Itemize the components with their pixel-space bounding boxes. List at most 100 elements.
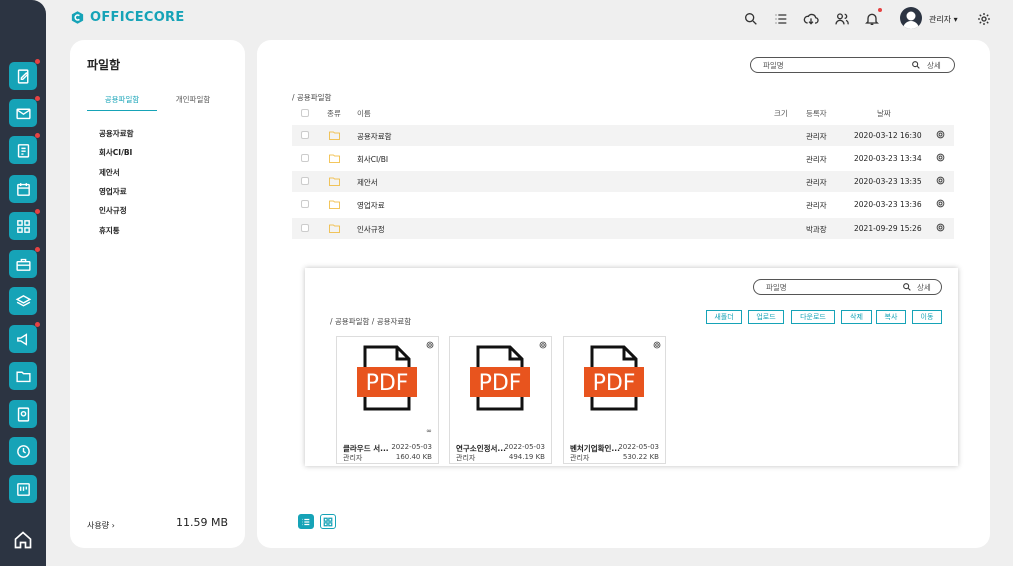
folder-link-ci-bi[interactable]: 회사CI/BI (99, 147, 132, 158)
col-size[interactable]: 크기 (774, 108, 788, 119)
row-owner: 박과장 (806, 225, 827, 234)
search-detail-link[interactable]: 상세 (927, 60, 941, 71)
megaphone-icon[interactable] (9, 322, 40, 353)
table-row[interactable]: 영업자료 관리자 2020-03-23 13:36 (292, 194, 954, 215)
copy-button[interactable]: 복사 (876, 310, 906, 324)
delete-button[interactable]: 삭제 (841, 310, 872, 324)
row-name[interactable]: 영업자료 (357, 200, 385, 211)
phone-book-icon[interactable] (9, 400, 37, 428)
card-settings-icon[interactable] (426, 341, 434, 349)
row-settings-icon[interactable] (936, 223, 945, 232)
folder-link-proposals[interactable]: 제안서 (99, 167, 120, 178)
folder-icon (329, 224, 340, 233)
row-date: 2020-03-23 13:36 (854, 200, 922, 209)
file-card[interactable]: PDF ∞ 클라우드 서... 2022-05-03 관리자 160.40 KB (336, 336, 439, 464)
search-icon[interactable] (743, 11, 759, 27)
briefcase-icon[interactable] (9, 247, 40, 278)
row-owner: 관리자 (806, 132, 827, 141)
cloud-download-icon[interactable] (803, 11, 819, 27)
tab-public-files[interactable]: 공용파일함 (87, 94, 157, 111)
edit-doc-icon[interactable] (9, 59, 40, 90)
upload-button[interactable]: 업로드 (748, 310, 784, 324)
col-date[interactable]: 날짜 (877, 108, 891, 119)
apps-grid-icon[interactable] (9, 209, 40, 240)
board-icon[interactable] (9, 475, 37, 503)
mail-icon[interactable] (9, 96, 40, 127)
layers-icon[interactable] (9, 287, 37, 315)
col-type: 종류 (327, 109, 341, 118)
tab-personal-files[interactable]: 개인파일함 (158, 94, 228, 110)
list-view-button[interactable] (298, 514, 314, 529)
pdf-file-icon: PDF (357, 345, 417, 411)
search-input[interactable]: 파일명 상세 (750, 57, 955, 73)
breadcrumb[interactable]: / 공용파일함 / 공용자료함 (330, 316, 411, 327)
row-checkbox[interactable] (301, 177, 309, 185)
row-name[interactable]: 제안서 (357, 177, 378, 188)
row-checkbox[interactable] (301, 200, 309, 208)
users-icon[interactable] (834, 11, 850, 27)
row-name[interactable]: 공용자료함 (357, 131, 392, 142)
file-size: 530.22 KB (622, 453, 659, 461)
row-checkbox[interactable] (301, 131, 309, 139)
file-card[interactable]: PDF 연구소인정서... 2022-05-03 관리자 494.19 KB (449, 336, 552, 464)
grid-view-preview: 파일명 상세 / 공용파일함 / 공용자료함 새폴더 업로드 다운로드 삭제 복… (305, 268, 958, 466)
grid-view-button[interactable] (320, 514, 336, 529)
table-row[interactable]: 공용자료함 관리자 2020-03-12 16:30 (292, 125, 954, 146)
row-name[interactable]: 회사CI/BI (357, 154, 388, 165)
row-owner: 관리자 (806, 201, 827, 210)
folder-link-trash[interactable]: 휴지통 (99, 225, 120, 236)
pdf-file-icon: PDF (584, 345, 644, 411)
settings-icon[interactable] (976, 11, 992, 27)
clock-icon[interactable] (9, 437, 37, 465)
folder-link-hr-rules[interactable]: 인사규정 (99, 205, 127, 216)
card-settings-icon[interactable] (539, 341, 547, 349)
grid-view-icon (323, 517, 333, 526)
row-checkbox[interactable] (301, 224, 309, 232)
user-name[interactable]: 관리자 ▾ (929, 14, 958, 25)
calendar-icon[interactable] (9, 175, 37, 203)
folder-link-sales[interactable]: 영업자료 (99, 186, 127, 197)
row-settings-icon[interactable] (936, 130, 945, 139)
table-row[interactable]: 회사CI/BI 관리자 2020-03-23 13:34 (292, 148, 954, 169)
select-all-checkbox[interactable] (301, 109, 309, 117)
row-settings-icon[interactable] (936, 176, 945, 185)
pdf-badge: PDF (366, 371, 409, 396)
search-detail-link[interactable]: 상세 (917, 282, 931, 293)
file-size: 160.40 KB (395, 453, 432, 461)
list-icon[interactable] (773, 11, 789, 27)
row-name[interactable]: 인사규정 (357, 224, 385, 235)
row-date: 2020-03-23 13:35 (854, 177, 922, 186)
search-icon[interactable] (902, 282, 912, 292)
download-button[interactable]: 다운로드 (791, 310, 835, 324)
file-card[interactable]: PDF 벤처기업확인... 2022-05-03 관리자 530.22 KB (563, 336, 666, 464)
search-icon[interactable] (911, 60, 921, 70)
bell-icon[interactable] (864, 8, 882, 27)
file-box-panel: 파일함 공용파일함 개인파일함 공용자료함 회사CI/BI 제안서 영업자료 인… (70, 40, 245, 548)
row-settings-icon[interactable] (936, 199, 945, 208)
folder-icon[interactable] (9, 362, 37, 390)
folder-link-public-data[interactable]: 공용자료함 (99, 128, 134, 139)
folder-icon (329, 154, 340, 163)
col-name[interactable]: 이름 (357, 108, 371, 119)
breadcrumb[interactable]: / 공용파일함 (292, 92, 331, 103)
new-folder-button[interactable]: 새폴더 (706, 310, 742, 324)
logo[interactable]: OFFICECORE (70, 10, 185, 25)
logo-text: OFFICECORE (90, 10, 185, 25)
notification-dot (878, 8, 882, 12)
home-icon[interactable] (13, 530, 33, 550)
page-title: 파일함 (87, 58, 121, 72)
card-settings-icon[interactable] (653, 341, 661, 349)
overlay-search-input[interactable]: 파일명 상세 (753, 279, 942, 295)
row-checkbox[interactable] (301, 154, 309, 162)
pdf-file-icon: PDF (470, 345, 530, 411)
table-row[interactable]: 제안서 관리자 2020-03-23 13:35 (292, 171, 954, 192)
file-owner: 관리자 (456, 454, 476, 462)
table-row[interactable]: 인사규정 박과장 2021-09-29 15:26 (292, 218, 954, 239)
avatar[interactable] (900, 7, 922, 29)
usage-label[interactable]: 사용량 › (87, 520, 115, 531)
col-owner[interactable]: 등록자 (806, 108, 827, 119)
row-settings-icon[interactable] (936, 153, 945, 162)
move-button[interactable]: 이동 (912, 310, 942, 324)
link-icon[interactable]: ∞ (426, 427, 432, 435)
clipboard-icon[interactable] (9, 133, 40, 164)
